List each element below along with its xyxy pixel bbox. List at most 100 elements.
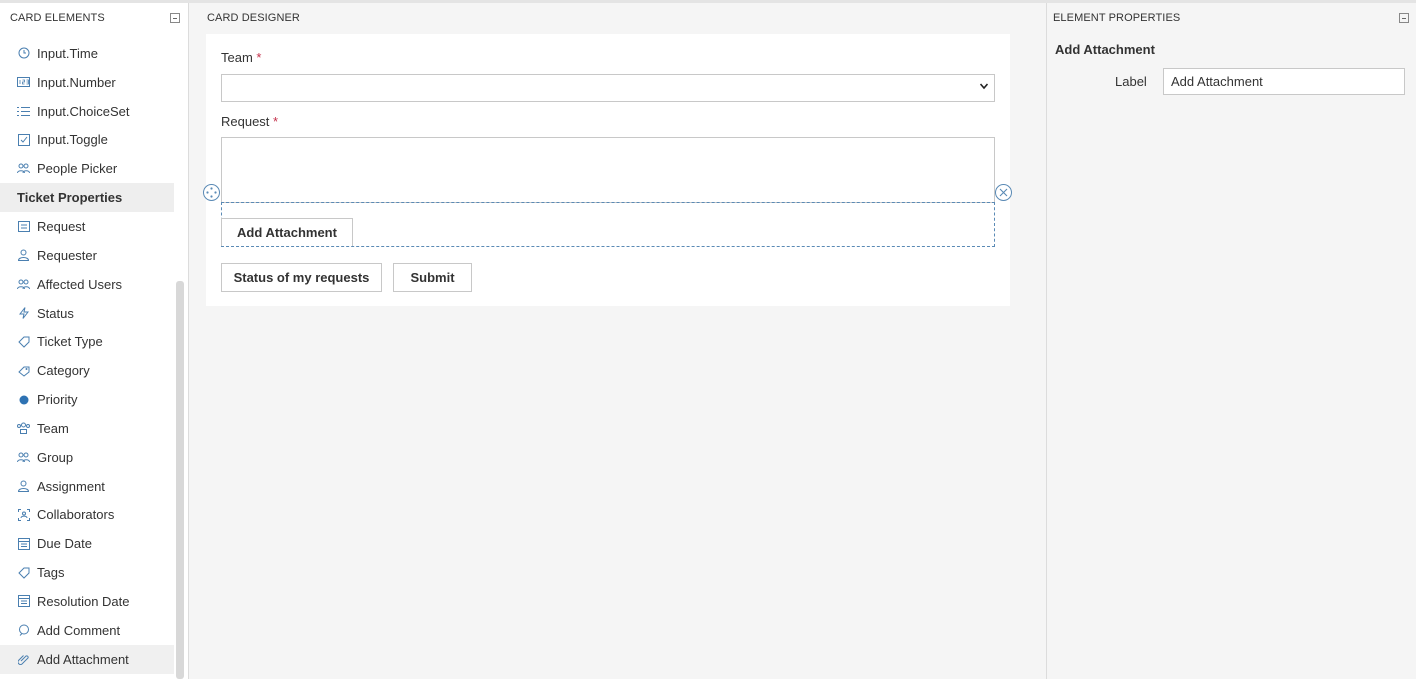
element-item-collaborators[interactable]: Collaborators <box>0 501 174 530</box>
remove-element-icon[interactable] <box>995 184 1012 201</box>
element-item-label: Priority <box>37 392 78 408</box>
team-icon <box>17 422 30 435</box>
number-icon <box>17 76 30 89</box>
element-item-input-toggle[interactable]: Input.Toggle <box>0 126 174 155</box>
element-item-label: Add Attachment <box>37 651 129 667</box>
element-item-requester[interactable]: Requester <box>0 241 174 270</box>
checkbox-icon <box>17 133 30 146</box>
element-item-team[interactable]: Team <box>0 414 174 443</box>
element-item-resolution-date[interactable]: Resolution Date <box>0 587 174 616</box>
request-icon <box>17 220 30 233</box>
submit-button[interactable]: Submit <box>393 263 472 292</box>
elements-list: Input.Time Input.Number Input.ChoiceSet … <box>0 39 174 674</box>
element-item-label: Tags <box>37 565 65 581</box>
person-icon <box>17 480 30 493</box>
element-properties-pane: ELEMENT PROPERTIES Add Attachment Label … <box>1047 3 1416 679</box>
element-item-priority[interactable]: Priority <box>0 385 174 414</box>
people-icon <box>17 162 30 175</box>
status-of-my-requests-button[interactable]: Status of my requests <box>221 263 382 292</box>
card-elements-title: CARD ELEMENTS <box>10 12 105 24</box>
submit-button-label: Submit <box>410 270 455 285</box>
elements-scrollbar[interactable] <box>176 281 184 679</box>
element-item-affected-users[interactable]: Affected Users <box>0 270 174 299</box>
element-item-due-date[interactable]: Due Date <box>0 529 174 558</box>
calendar-icon <box>17 537 30 550</box>
element-item-label: Ticket Type <box>37 334 103 350</box>
element-item-label: Input.Number <box>37 74 116 90</box>
element-item-label: Request <box>37 218 86 234</box>
element-item-label: Input.ChoiceSet <box>37 103 130 119</box>
element-properties-header: ELEMENT PROPERTIES <box>1047 3 1416 33</box>
element-item-label: People Picker <box>37 161 118 177</box>
element-item-input-number[interactable]: Input.Number <box>0 68 174 97</box>
element-item-label: Input.Time <box>37 45 98 61</box>
element-item-assignment[interactable]: Assignment <box>0 472 174 501</box>
label-input[interactable]: Add Attachment <box>1163 68 1405 95</box>
element-item-tags[interactable]: Tags <box>0 558 174 587</box>
element-item-status[interactable]: Status <box>0 299 174 328</box>
request-field-label: Request * <box>221 114 278 129</box>
list-icon <box>17 105 30 118</box>
element-item-label: Requester <box>37 247 97 263</box>
collaborators-icon <box>17 508 30 521</box>
element-item-add-comment[interactable]: Add Comment <box>0 616 174 645</box>
label-caption: Label <box>1115 74 1147 89</box>
element-item-group[interactable]: Group <box>0 443 174 472</box>
element-item-label: Affected Users <box>37 276 123 292</box>
paperclip-icon <box>17 653 30 666</box>
required-marker: * <box>273 114 279 129</box>
clock-icon <box>17 47 30 60</box>
element-item-label: Category <box>37 363 90 379</box>
status-icon <box>17 307 30 320</box>
element-item-input-choiceset[interactable]: Input.ChoiceSet <box>0 97 174 126</box>
people-icon <box>17 278 30 291</box>
card-elements-header: CARD ELEMENTS <box>0 3 188 33</box>
element-item-label: Status <box>37 305 74 321</box>
element-item-label: Assignment <box>37 478 105 494</box>
element-item-category[interactable]: Category <box>0 356 174 385</box>
add-attachment-button[interactable]: Add Attachment <box>221 218 353 246</box>
category-icon <box>17 364 30 377</box>
element-item-label: Resolution Date <box>37 593 130 609</box>
element-item-label: Group <box>37 449 74 465</box>
tag-icon <box>17 335 30 348</box>
label-input-value: Add Attachment <box>1171 74 1263 89</box>
card-canvas: Team * Request * Add Attachment Status o… <box>206 34 1010 306</box>
element-item-add-attachment[interactable]: Add Attachment <box>0 644 174 674</box>
person-icon <box>17 249 30 262</box>
element-item-label: Input.Toggle <box>37 132 108 148</box>
element-item-input-time[interactable]: Input.Time <box>0 39 174 68</box>
dot-icon <box>17 393 30 406</box>
team-label-text: Team <box>221 50 253 65</box>
element-item-ticket-type[interactable]: Ticket Type <box>0 327 174 356</box>
section-label: Ticket Properties <box>17 190 123 206</box>
element-item-request[interactable]: Request <box>0 212 174 241</box>
selected-element-name: Add Attachment <box>1055 42 1155 57</box>
chevron-down-icon <box>980 83 988 90</box>
team-field-label: Team * <box>221 50 261 65</box>
required-marker: * <box>256 50 262 65</box>
status-button-label: Status of my requests <box>233 270 370 285</box>
calendar-icon <box>17 595 30 608</box>
element-item-people-picker[interactable]: People Picker <box>0 154 174 183</box>
add-attachment-label: Add Attachment <box>237 225 337 240</box>
card-designer-pane: CARD DESIGNER Team * Request * Add Attac… <box>189 3 1047 679</box>
card-designer-header: CARD DESIGNER <box>189 3 1046 33</box>
tag-icon <box>17 566 30 579</box>
element-item-label: Add Comment <box>37 622 121 638</box>
element-item-label: Due Date <box>37 536 92 552</box>
request-textarea[interactable] <box>221 137 995 203</box>
team-select[interactable] <box>221 74 995 102</box>
element-item-label: Team <box>37 420 69 436</box>
comment-icon <box>17 624 30 637</box>
card-designer-title: CARD DESIGNER <box>207 12 300 24</box>
element-item-label: Collaborators <box>37 507 115 523</box>
collapse-icon[interactable] <box>1399 13 1409 23</box>
section-ticket-properties[interactable]: Ticket Properties <box>0 183 174 213</box>
element-properties-title: ELEMENT PROPERTIES <box>1053 12 1181 24</box>
request-label-text: Request <box>221 114 270 129</box>
collapse-icon[interactable] <box>170 13 180 23</box>
move-handle-icon[interactable] <box>203 184 220 201</box>
group-icon <box>17 451 30 464</box>
card-elements-pane: CARD ELEMENTS Input.Time Input.Number In… <box>0 3 189 679</box>
